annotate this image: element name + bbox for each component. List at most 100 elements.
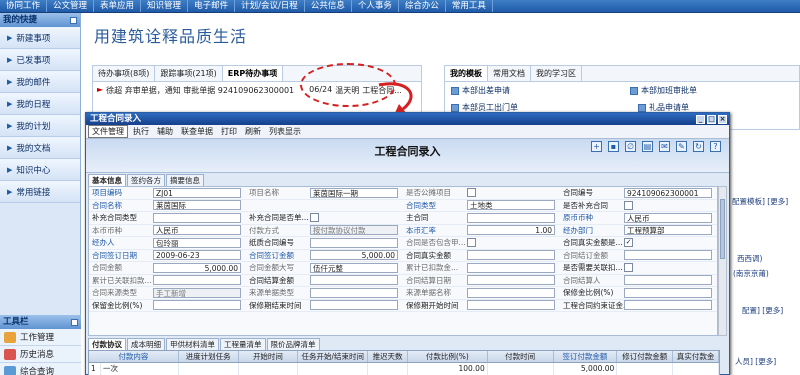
field-checkbox[interactable]	[624, 263, 633, 273]
sidebar-item-mail[interactable]: ▶ 我的邮件	[0, 71, 80, 93]
field-input[interactable]	[310, 300, 398, 311]
sidebar-item-links[interactable]: ▶ 常用链接	[0, 181, 80, 203]
column-header[interactable]: 付款内容	[89, 351, 179, 362]
field-input[interactable]: 5,000.00	[153, 262, 241, 273]
email-icon[interactable]: ✉	[659, 141, 670, 152]
field-input[interactable]	[310, 237, 398, 248]
table-row[interactable]: 1 一次 100.00 5,000.00	[89, 363, 719, 375]
column-header[interactable]: 推迟天数	[368, 351, 408, 362]
field-input[interactable]: 土地类	[467, 200, 555, 211]
field-input[interactable]	[153, 275, 241, 286]
collapse-icon[interactable]	[71, 318, 78, 326]
close-icon[interactable]: ×	[718, 114, 727, 124]
menu-list-view[interactable]: 列表显示	[266, 126, 304, 137]
field-input[interactable]: 2009-06-23	[153, 250, 241, 261]
nav-item[interactable]: 公文管理	[47, 0, 95, 12]
field-input[interactable]: 924109062300001	[624, 187, 712, 198]
table-cell[interactable]: 一次	[101, 363, 179, 375]
field-input[interactable]: 人民币	[153, 225, 241, 236]
menu-refresh[interactable]: 刷新	[242, 126, 264, 137]
sidebar-item-schedule[interactable]: ▶ 我的日程	[0, 93, 80, 115]
field-input[interactable]: 人民币	[624, 212, 712, 223]
more-link[interactable]: 配置模板] [更多]	[732, 196, 788, 207]
field-input[interactable]: 莱茵国际	[153, 200, 241, 211]
column-header[interactable]: 修订付款金额	[617, 351, 674, 362]
field-checkbox[interactable]	[310, 213, 319, 223]
nav-item[interactable]: 计划/会议/日程	[235, 0, 305, 12]
collapse-icon[interactable]	[70, 16, 77, 24]
field-input[interactable]: 包玲丽	[153, 237, 241, 248]
tab-common-docs[interactable]: 常用文档	[488, 66, 531, 81]
field-input[interactable]: 按付款协议付款	[310, 225, 398, 236]
refresh-icon[interactable]: ↻	[693, 141, 704, 152]
tool-work-management[interactable]: 工作管理	[0, 329, 81, 346]
tool-search[interactable]: 综合查询	[0, 363, 81, 375]
field-input[interactable]	[624, 300, 712, 311]
table-cell[interactable]: 5,000.00	[554, 363, 618, 375]
tab-my-templates[interactable]: 我的模板	[445, 66, 488, 81]
attach-icon[interactable]: ∅	[625, 141, 636, 152]
column-header[interactable]: 付款比例(%)	[408, 351, 488, 362]
field-input[interactable]: 1.00	[467, 225, 555, 236]
field-input[interactable]: 莱茵国际一期	[310, 187, 398, 198]
tool-history-messages[interactable]: 历史消息	[0, 346, 81, 363]
tab-learning[interactable]: 我的学习区	[531, 66, 582, 81]
table-cell[interactable]	[673, 363, 719, 375]
field-checkbox[interactable]: ✓	[624, 238, 633, 248]
nav-item[interactable]: 公共信息	[305, 0, 352, 12]
field-input[interactable]	[467, 287, 555, 298]
tab-erp-todo[interactable]: ERP待办事项	[222, 66, 284, 81]
field-input[interactable]	[467, 300, 555, 311]
sidebar-item-sent[interactable]: ▶ 已发事项	[0, 49, 80, 71]
nav-item[interactable]: 协同工作	[0, 0, 48, 12]
table-cell[interactable]: 100.00	[408, 363, 488, 375]
menu-file[interactable]: 文件管理	[88, 125, 128, 138]
nav-item[interactable]: 综合办公	[399, 0, 446, 12]
new-icon[interactable]: +	[591, 141, 602, 152]
sidebar-item-docs[interactable]: ▶ 我的文档	[0, 137, 80, 159]
nav-item[interactable]: 表单应用	[94, 0, 142, 12]
column-header[interactable]: 付款时间	[488, 351, 554, 362]
table-cell[interactable]	[179, 363, 239, 375]
minimize-icon[interactable]: _	[696, 114, 705, 124]
sidebar-item-knowledge[interactable]: ▶ 知识中心	[0, 159, 80, 181]
menu-execute[interactable]: 执行	[130, 126, 152, 137]
more-link[interactable]: 配置] [更多]	[742, 305, 783, 316]
tab-todo[interactable]: 待办事项(8项)	[93, 66, 156, 81]
field-input[interactable]: 手工新增	[153, 287, 241, 298]
table-cell[interactable]	[368, 363, 408, 375]
field-checkbox[interactable]	[624, 200, 633, 210]
sidebar-item-plan[interactable]: ▶ 我的计划	[0, 115, 80, 137]
print-icon[interactable]: ▤	[642, 141, 653, 152]
table-cell[interactable]	[488, 363, 554, 375]
column-header[interactable]: 任务开始/结束时间	[298, 351, 369, 362]
nav-item[interactable]: 常用工具	[446, 0, 493, 12]
nav-item[interactable]: 知识管理	[141, 0, 189, 12]
table-cell[interactable]	[239, 363, 299, 375]
maximize-icon[interactable]: □	[707, 114, 716, 124]
table-cell[interactable]	[617, 363, 674, 375]
sidebar-item-new[interactable]: ▶ 新建事项	[0, 27, 80, 49]
nav-item[interactable]: 电子邮件	[188, 0, 236, 12]
edit-icon[interactable]: ✎	[676, 141, 687, 152]
field-input[interactable]	[624, 250, 712, 261]
field-input[interactable]: ZJ01	[153, 187, 241, 198]
field-input[interactable]	[467, 250, 555, 261]
menu-linked-docs[interactable]: 联查单据	[178, 126, 216, 137]
save-icon[interactable]: ▪	[608, 141, 619, 152]
field-checkbox[interactable]	[467, 238, 476, 248]
field-input[interactable]	[467, 262, 555, 273]
table-cell[interactable]	[298, 363, 369, 375]
template-link[interactable]: 本部出差申请	[451, 85, 510, 96]
field-input[interactable]: 伍仟元整	[310, 262, 398, 273]
field-input[interactable]	[310, 287, 398, 298]
field-checkbox[interactable]	[467, 188, 476, 198]
tab-tracking[interactable]: 跟踪事项(21项)	[155, 66, 223, 81]
field-input[interactable]	[467, 275, 555, 286]
more-link[interactable]: 人员] [更多]	[735, 356, 776, 367]
menu-print[interactable]: 打印	[218, 126, 240, 137]
field-input[interactable]: 5,000.00	[310, 250, 398, 261]
field-input[interactable]	[467, 212, 555, 223]
window-titlebar[interactable]: 工程合同录入 _ □ ×	[86, 113, 729, 125]
scroll-thumb[interactable]	[720, 199, 725, 259]
